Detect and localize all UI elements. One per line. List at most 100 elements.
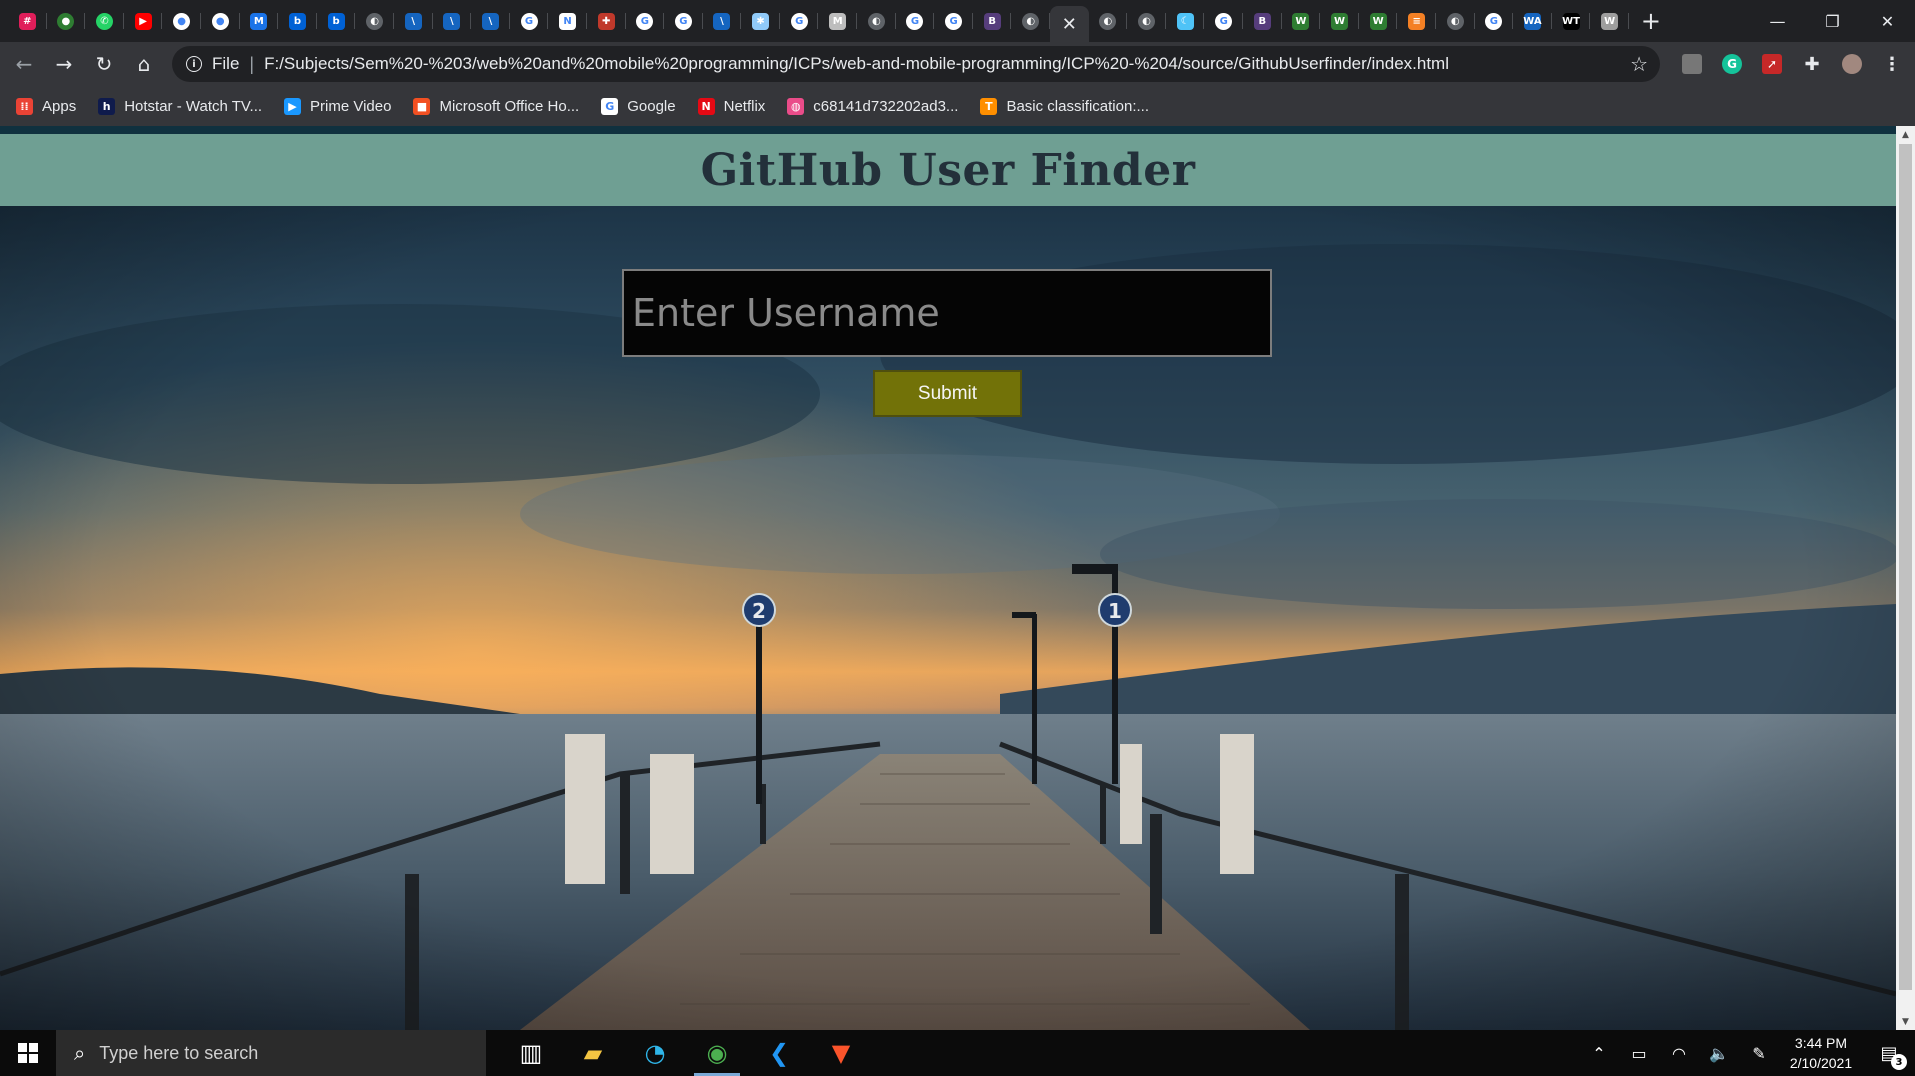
browser-tab[interactable]: ◐ <box>857 0 896 42</box>
taskbar-app-button[interactable]: ◉ <box>686 1030 748 1076</box>
pen-icon[interactable]: ✎ <box>1739 1030 1779 1076</box>
restore-button[interactable]: ❐ <box>1805 0 1860 42</box>
browser-tab[interactable]: ● <box>201 0 240 42</box>
browser-menu-button[interactable]: ⋮ <box>1872 42 1912 86</box>
header-banner: GitHub User Finder <box>0 134 1896 206</box>
browser-tab[interactable]: \ <box>394 0 433 42</box>
browser-tab[interactable]: WA <box>1513 0 1552 42</box>
home-button[interactable]: ⌂ <box>124 44 164 84</box>
extension-square-icon <box>1682 54 1702 74</box>
scroll-thumb[interactable] <box>1899 144 1912 990</box>
browser-tab[interactable]: G <box>664 0 703 42</box>
browser-tab[interactable]: ● <box>162 0 201 42</box>
browser-tab[interactable]: W <box>1320 0 1359 42</box>
browser-tab[interactable]: G <box>1475 0 1514 42</box>
vertical-scrollbar[interactable]: ▲ ▼ <box>1896 126 1915 1030</box>
browser-tab[interactable]: ◐ <box>1011 0 1050 42</box>
browser-tab[interactable]: G <box>510 0 549 42</box>
bookmark-item[interactable]: ⁞⁞ Apps <box>16 97 77 115</box>
browser-tab[interactable]: ◐ <box>1436 0 1475 42</box>
scroll-down-arrow-icon[interactable]: ▼ <box>1896 1013 1915 1030</box>
extension-button[interactable]: G <box>1712 42 1752 86</box>
globe-icon: ◐ <box>1138 12 1156 30</box>
chevron-up-icon[interactable]: ⌃ <box>1579 1030 1619 1076</box>
browser-tab[interactable]: G <box>626 0 665 42</box>
kebab-menu-icon: ⋮ <box>1883 53 1901 75</box>
taskbar-app-button[interactable]: ▼ <box>810 1030 872 1076</box>
browser-tab[interactable]: ◐ <box>1089 0 1128 42</box>
bookmark-item[interactable]: ▶ Prime Video <box>284 97 391 115</box>
bookmark-item[interactable]: T Basic classification:... <box>980 97 1149 115</box>
google-icon: G <box>601 97 619 115</box>
notification-button[interactable]: ▤ 3 <box>1863 1030 1915 1076</box>
browser-tab[interactable]: G <box>780 0 819 42</box>
browser-tab[interactable]: \ <box>471 0 510 42</box>
browser-tab[interactable]: ≡ <box>1397 0 1436 42</box>
browser-tab[interactable]: B <box>1243 0 1282 42</box>
browser-tab[interactable]: M <box>240 0 279 42</box>
scroll-up-arrow-icon[interactable]: ▲ <box>1896 126 1915 143</box>
bookmark-item[interactable]: ◍ c68141d732202ad3... <box>787 97 958 115</box>
browser-tab[interactable]: G <box>896 0 935 42</box>
submit-button[interactable]: Submit <box>873 370 1022 417</box>
browser-tab[interactable]: ◐ <box>355 0 394 42</box>
new-tab-button[interactable]: + <box>1633 3 1669 39</box>
browser-tab[interactable]: \ <box>703 0 742 42</box>
doc-icon: M <box>250 12 268 30</box>
extension-button[interactable]: ➚ <box>1752 42 1792 86</box>
browser-tab[interactable]: G <box>1204 0 1243 42</box>
browser-tab[interactable]: M <box>818 0 857 42</box>
bookmark-item[interactable]: ■ Microsoft Office Ho... <box>413 97 579 115</box>
taskbar-search[interactable]: ⌕ Type here to search <box>56 1030 486 1076</box>
browser-tab[interactable]: W <box>1359 0 1398 42</box>
whatsapp-icon: ✆ <box>95 12 113 30</box>
start-button[interactable] <box>0 1030 56 1076</box>
bookmark-item[interactable]: G Google <box>601 97 676 115</box>
browser-tab[interactable]: b <box>278 0 317 42</box>
browser-tab[interactable]: ✕ <box>1050 6 1089 42</box>
window-close-button[interactable]: ✕ <box>1860 0 1915 42</box>
close-icon[interactable]: ✕ <box>1062 14 1077 35</box>
hotstar-icon: h <box>98 97 116 115</box>
reload-button[interactable]: ↻ <box>84 44 124 84</box>
browser-tab[interactable]: b <box>317 0 356 42</box>
browser-tab[interactable]: ✆ <box>85 0 124 42</box>
bookmark-item[interactable]: N Netflix <box>697 97 765 115</box>
browser-tab[interactable]: ▶ <box>124 0 163 42</box>
bookmark-star-icon[interactable]: ☆ <box>1630 52 1648 76</box>
browser-tab[interactable]: B <box>973 0 1012 42</box>
address-bar[interactable]: i File | F:/Subjects/Sem%20-%203/web%20a… <box>172 46 1660 82</box>
extensions-menu-button[interactable]: ✚ <box>1792 42 1832 86</box>
browser-tab[interactable]: WT <box>1552 0 1591 42</box>
username-input[interactable] <box>622 269 1272 357</box>
browser-tab[interactable]: ● <box>47 0 86 42</box>
battery-icon[interactable]: ▭ <box>1619 1030 1659 1076</box>
wifi-icon[interactable]: ◠ <box>1659 1030 1699 1076</box>
browser-tab[interactable]: \ <box>433 0 472 42</box>
system-tray: ⌃ ▭ ◠ 🔈 ✎ 3:44 PM 2/10/2021 ▤ 3 <box>1579 1030 1915 1076</box>
browser-tab[interactable]: ✱ <box>741 0 780 42</box>
bookmark-label: Apps <box>42 97 77 115</box>
taskbar-app-button[interactable]: ❮ <box>748 1030 810 1076</box>
browser-tab[interactable]: ☾ <box>1166 0 1205 42</box>
back-button[interactable]: ← <box>4 44 44 84</box>
taskbar-app-button[interactable]: ◔ <box>624 1030 686 1076</box>
browser-tab[interactable]: W <box>1590 0 1629 42</box>
bookmark-item[interactable]: h Hotstar - Watch TV... <box>98 97 262 115</box>
url-text[interactable]: F:/Subjects/Sem%20-%203/web%20and%20mobi… <box>264 54 1449 74</box>
clock[interactable]: 3:44 PM 2/10/2021 <box>1779 1033 1863 1073</box>
volume-icon[interactable]: 🔈 <box>1699 1030 1739 1076</box>
browser-tab[interactable]: # <box>8 0 47 42</box>
browser-tab[interactable]: W <box>1282 0 1321 42</box>
info-icon[interactable]: i <box>186 56 202 72</box>
forward-button[interactable]: → <box>44 44 84 84</box>
taskbar-app-button[interactable]: ▥ <box>500 1030 562 1076</box>
minimize-button[interactable]: — <box>1750 0 1805 42</box>
browser-tab[interactable]: G <box>934 0 973 42</box>
browser-tab[interactable]: N <box>548 0 587 42</box>
profile-button[interactable] <box>1832 42 1872 86</box>
browser-tab[interactable]: ◐ <box>1127 0 1166 42</box>
browser-tab[interactable]: ✚ <box>587 0 626 42</box>
extension-button[interactable] <box>1672 42 1712 86</box>
taskbar-app-button[interactable]: ▰ <box>562 1030 624 1076</box>
